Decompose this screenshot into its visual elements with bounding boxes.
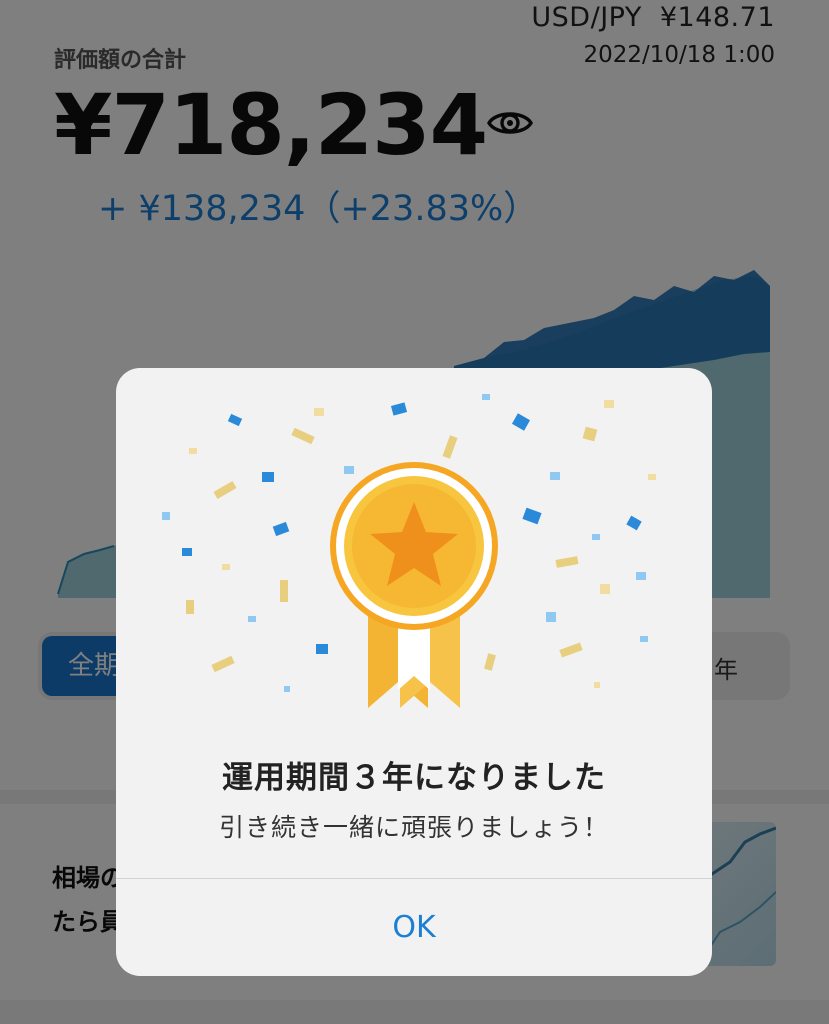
medal-star-icon <box>330 462 498 708</box>
ok-button[interactable]: OK <box>116 879 712 976</box>
dialog-subtitle: 引き続き一緒に頑張りましょう！ <box>218 813 609 842</box>
dialog-title: 運用期間３年になりました <box>222 760 606 796</box>
achievement-dialog: 運用期間３年になりました 引き続き一緒に頑張りましょう！ OK <box>116 368 712 976</box>
